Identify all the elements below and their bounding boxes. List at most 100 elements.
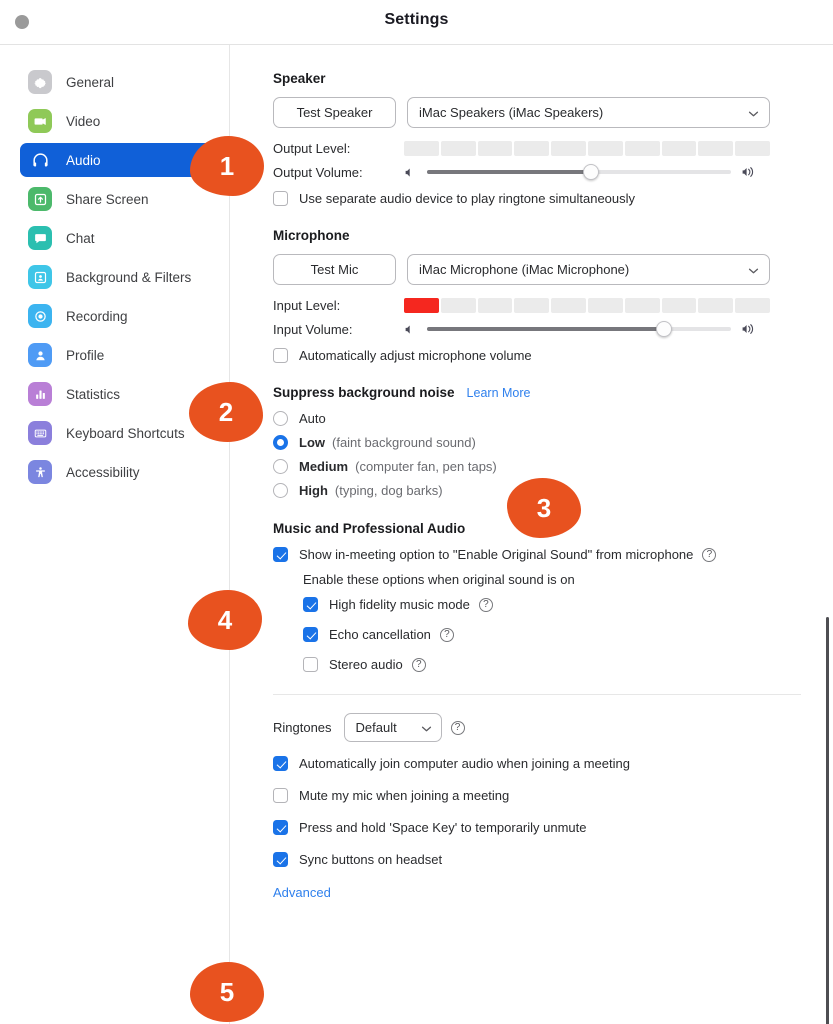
noise-option-label: Auto <box>299 411 326 426</box>
sidebar-item-label: Recording <box>66 308 128 324</box>
checkbox-box <box>303 627 318 642</box>
output-level-row: Output Level: <box>273 141 801 156</box>
sidebar-item-share-screen[interactable]: Share Screen <box>20 182 215 216</box>
input-volume-row: Input Volume: <box>273 321 801 337</box>
sync-headset-buttons-label: Sync buttons on headset <box>299 852 443 867</box>
sidebar-item-label: Audio <box>66 152 101 168</box>
noise-option-auto[interactable]: Auto <box>273 411 801 426</box>
advanced-link[interactable]: Advanced <box>273 885 331 900</box>
sidebar-item-label: General <box>66 74 115 90</box>
sidebar-item-label: Share Screen <box>66 191 149 207</box>
sidebar-item-background-filters[interactable]: Background & Filters <box>20 260 215 294</box>
radio-button <box>273 459 288 474</box>
microphone-section-heading: Microphone <box>273 228 350 243</box>
noise-option-hint: (computer fan, pen taps) <box>355 459 497 474</box>
auto-join-audio-checkbox[interactable]: Automatically join computer audio when j… <box>273 756 801 771</box>
echo-cancellation-checkbox[interactable]: Echo cancellation ? <box>303 627 801 642</box>
sidebar-item-accessibility[interactable]: Accessibility <box>20 455 215 489</box>
mic-high-icon <box>741 322 757 336</box>
test-mic-button[interactable]: Test Mic <box>273 254 396 285</box>
checkbox-box <box>303 657 318 672</box>
checkbox-box <box>273 191 288 206</box>
input-volume-label: Input Volume: <box>273 321 353 337</box>
output-volume-knob[interactable] <box>583 164 600 180</box>
push-to-talk-checkbox[interactable]: Press and hold 'Space Key' to temporaril… <box>273 820 801 835</box>
original-sound-note: Enable these options when original sound… <box>303 572 575 587</box>
help-icon[interactable]: ? <box>439 627 454 642</box>
chevron-down-icon <box>748 262 759 277</box>
mute-on-join-label: Mute my mic when joining a meeting <box>299 788 510 803</box>
mute-on-join-checkbox[interactable]: Mute my mic when joining a meeting <box>273 788 801 803</box>
sidebar-item-keyboard-shortcuts[interactable]: Keyboard Shortcuts <box>20 416 215 450</box>
input-level-meter <box>404 298 770 313</box>
output-volume-row: Output Volume: <box>273 164 801 180</box>
sidebar-item-recording[interactable]: Recording <box>20 299 215 333</box>
sidebar-item-statistics[interactable]: Statistics <box>20 377 215 411</box>
sidebar-item-audio[interactable]: Audio <box>20 143 215 177</box>
help-icon[interactable]: ? <box>702 547 717 562</box>
auto-join-audio-label: Automatically join computer audio when j… <box>299 756 630 771</box>
separate-ringtone-device-checkbox[interactable]: Use separate audio device to play ringto… <box>273 191 801 206</box>
checkbox-box <box>303 597 318 612</box>
test-speaker-button[interactable]: Test Speaker <box>273 97 396 128</box>
high-fidelity-music-label: High fidelity music mode <box>329 597 470 612</box>
video-camera-icon <box>28 109 52 133</box>
checkbox-box <box>273 348 288 363</box>
sidebar-item-label: Keyboard Shortcuts <box>66 425 185 441</box>
person-icon <box>28 343 52 367</box>
person-frame-icon <box>28 265 52 289</box>
ringtones-select[interactable]: Default <box>343 713 442 742</box>
speaker-device-select[interactable]: iMac Speakers (iMac Speakers) <box>407 97 770 128</box>
high-fidelity-music-checkbox[interactable]: High fidelity music mode ? <box>303 597 801 612</box>
checkbox-box <box>273 756 288 771</box>
input-volume-slider[interactable] <box>427 321 731 337</box>
speaker-device-value: iMac Speakers (iMac Speakers) <box>419 105 604 120</box>
sidebar-item-label: Video <box>66 113 101 129</box>
sidebar-item-profile[interactable]: Profile <box>20 338 215 372</box>
sidebar-item-video[interactable]: Video <box>20 104 215 138</box>
ringtones-row: Ringtones Default ? <box>273 713 801 742</box>
share-screen-icon <box>28 187 52 211</box>
headphones-icon <box>28 148 52 172</box>
sync-headset-buttons-checkbox[interactable]: Sync buttons on headset <box>273 852 801 867</box>
sidebar-item-chat[interactable]: Chat <box>20 221 215 255</box>
radio-button <box>273 411 288 426</box>
noise-option-medium[interactable]: Medium (computer fan, pen taps) <box>273 459 801 474</box>
ringtones-label: Ringtones <box>273 720 332 735</box>
annotation-badge-1: 1 <box>190 136 264 196</box>
noise-option-low[interactable]: Low (faint background sound) <box>273 435 801 450</box>
speaker-low-icon <box>404 166 417 179</box>
speaker-high-icon <box>741 165 757 179</box>
window-titlebar: Settings <box>0 0 833 45</box>
vertical-scrollbar[interactable] <box>826 617 829 1024</box>
help-icon[interactable]: ? <box>450 720 465 735</box>
output-volume-slider[interactable] <box>427 164 731 180</box>
stereo-audio-checkbox[interactable]: Stereo audio ? <box>303 657 801 672</box>
push-to-talk-label: Press and hold 'Space Key' to temporaril… <box>299 820 587 835</box>
noise-option-label: Medium <box>299 459 349 474</box>
chevron-down-icon <box>748 105 759 120</box>
radio-button <box>273 483 288 498</box>
window-title: Settings <box>384 11 449 28</box>
learn-more-link[interactable]: Learn More <box>467 386 531 400</box>
help-icon[interactable]: ? <box>478 597 493 612</box>
checkbox-box <box>273 788 288 803</box>
microphone-device-select[interactable]: iMac Microphone (iMac Microphone) <box>407 254 770 285</box>
stereo-audio-label: Stereo audio <box>329 657 403 672</box>
input-volume-knob[interactable] <box>656 321 673 337</box>
output-level-label: Output Level: <box>273 141 351 156</box>
auto-adjust-mic-checkbox[interactable]: Automatically adjust microphone volume <box>273 348 801 363</box>
checkbox-box <box>273 547 288 562</box>
sidebar-item-general[interactable]: General <box>20 65 215 99</box>
gear-icon <box>28 70 52 94</box>
auto-adjust-mic-label: Automatically adjust microphone volume <box>299 348 532 363</box>
mic-low-icon <box>404 323 417 336</box>
original-sound-checkbox[interactable]: Show in-meeting option to "Enable Origin… <box>273 547 801 562</box>
help-icon[interactable]: ? <box>411 657 426 672</box>
annotation-badge-4: 4 <box>188 590 262 650</box>
annotation-badge-3: 3 <box>507 478 581 538</box>
echo-cancellation-label: Echo cancellation <box>329 627 431 642</box>
microphone-device-value: iMac Microphone (iMac Microphone) <box>419 262 630 277</box>
noise-option-label: High <box>299 483 328 498</box>
sidebar-item-label: Statistics <box>66 386 121 402</box>
